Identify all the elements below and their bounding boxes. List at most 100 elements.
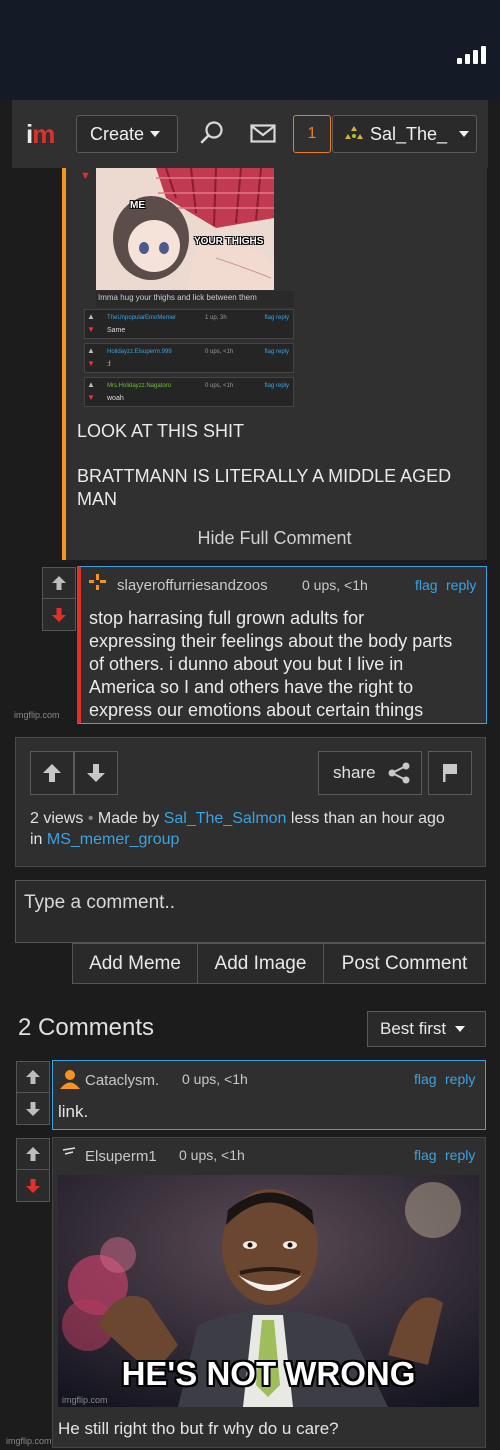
arrow-up-icon [52, 576, 66, 590]
mini-comment-meta: 0 ups, <1h [205, 349, 234, 355]
mini-comment-user[interactable]: TheUnpopularEmoMemer [107, 315, 176, 321]
user-avatar-icon [89, 574, 106, 590]
mini-comment-text: :l [107, 361, 111, 368]
create-label: Create [90, 123, 145, 144]
reply-link[interactable]: reply [445, 1147, 475, 1163]
meme-caption-text: HE'S NOT WRONG [121, 1355, 416, 1392]
embedded-anime-image[interactable]: ME YOUR THIGHS [96, 168, 274, 290]
anime-girl-image [96, 168, 274, 290]
comment-username[interactable]: Cataclysm. [85, 1072, 159, 1089]
downvote-icon[interactable]: ▼ [87, 393, 95, 402]
mini-comment-user[interactable]: Mrs.Holidayzz.Nagatoro [107, 383, 171, 389]
comment-username[interactable]: slayeroffurriesandzoos [117, 577, 268, 594]
mini-comment-links[interactable]: flag reply [265, 383, 289, 389]
comment-text-line: MAN [77, 489, 117, 509]
hide-full-comment-link[interactable]: Hide Full Comment [62, 528, 487, 549]
mini-comment-user[interactable]: Holidayzz.Elsuperm.999 [107, 349, 172, 355]
share-button[interactable]: share [318, 751, 422, 795]
comment-vote-column [16, 1138, 50, 1202]
comment-text-line: LOOK AT THIS SHIT [77, 421, 245, 441]
comment-username[interactable]: Elsuperm1 [85, 1148, 157, 1165]
meme-group-line: in MS_memer_group [30, 831, 179, 849]
top-nav: im Create 1 Sal_The_ [12, 100, 488, 168]
arrow-down-icon [26, 1101, 40, 1116]
meme-label-me: ME [130, 200, 145, 211]
reply-vote-column [42, 567, 76, 631]
downvote-button[interactable] [16, 1093, 50, 1125]
separator-dot: • [87, 810, 94, 827]
add-image-button[interactable]: Add Image [198, 943, 324, 984]
downvote-button[interactable] [16, 1170, 50, 1202]
upvote-button[interactable] [16, 1061, 50, 1093]
upvote-icon[interactable]: ▲ [87, 346, 95, 355]
downvote-button[interactable] [74, 751, 118, 795]
group-link[interactable]: MS_memer_group [47, 831, 180, 848]
reply-comment: slayeroffurriesandzoos 0 ups, <1h flag r… [77, 566, 487, 724]
signal-strength-icon [457, 46, 486, 64]
view-count: 2 views [30, 810, 84, 827]
add-meme-button[interactable]: Add Meme [72, 943, 198, 984]
create-button[interactable]: Create [76, 115, 178, 153]
flag-link[interactable]: flag [415, 577, 438, 593]
username-label: Sal_The_ [370, 123, 448, 144]
comment-text-line: of others. i dunno about you but I live … [89, 654, 404, 674]
flag-link[interactable]: flag [414, 1147, 437, 1163]
user-avatar-icon [345, 126, 363, 139]
mini-comment: ▲ ▼ Mrs.Holidayzz.Nagatoro 0 ups, <1h fla… [84, 377, 294, 407]
comment-meta: 0 ups, <1h [302, 577, 368, 593]
search-icon[interactable] [199, 120, 225, 146]
mini-comment-text: woah [107, 395, 124, 402]
meme-age: less than an hour ago [290, 810, 445, 827]
upvote-icon[interactable]: ▲ [87, 312, 95, 321]
user-menu-button[interactable]: Sal_The_ [332, 115, 477, 153]
downvote-icon[interactable]: ▼ [87, 325, 95, 334]
comment-actions: Add Meme Add Image Post Comment [72, 943, 486, 984]
meme-label-your-thighs: YOUR THIGHS [194, 236, 264, 247]
chevron-down-icon [455, 1026, 466, 1032]
mail-icon[interactable] [250, 124, 276, 144]
comment-meme-image[interactable]: HE'S NOT WRONG imgflip.com [58, 1175, 479, 1407]
arrow-down-icon [87, 764, 105, 782]
mini-comment-links[interactable]: flag reply [265, 315, 289, 321]
mini-comment: ▲ ▼ Holidayzz.Elsuperm.999 0 ups, <1h fla… [84, 343, 294, 373]
upvote-button[interactable] [30, 751, 74, 795]
flag-link[interactable]: flag [414, 1071, 437, 1087]
comment-meta: 0 ups, <1h [182, 1071, 248, 1087]
reply-link[interactable]: reply [446, 577, 476, 593]
comment-input-placeholder: Type a comment.. [24, 892, 176, 913]
parent-downvote-icon[interactable]: ▼ [80, 170, 91, 182]
upvote-button[interactable] [16, 1138, 50, 1170]
comment-text-line: America so I and others have the right t… [89, 677, 414, 697]
downvote-icon[interactable]: ▼ [87, 359, 95, 368]
upvote-button[interactable] [42, 567, 76, 599]
downvote-button[interactable] [42, 599, 76, 631]
comment-text-line: stop harrasing full grown adults for [89, 608, 365, 628]
reply-link[interactable]: reply [445, 1071, 475, 1087]
imgflip-watermark: imgflip.com [6, 1436, 52, 1446]
meme-info-panel: share 2 views • Made by Sal_The_Salmon l… [15, 737, 486, 867]
embedded-image-caption: Imma hug your thighs and lick between th… [96, 291, 294, 307]
arrow-down-icon [52, 607, 66, 622]
arrow-down-icon [26, 1178, 40, 1193]
share-icon [388, 762, 410, 784]
imgflip-logo[interactable]: im [26, 119, 55, 150]
made-by-label: Made by [97, 810, 160, 827]
arrow-up-icon [26, 1070, 40, 1084]
comment-input[interactable]: Type a comment.. [15, 880, 486, 943]
upvote-icon[interactable]: ▲ [87, 380, 95, 389]
chevron-down-icon [150, 131, 161, 137]
author-link[interactable]: Sal_The_Salmon [164, 810, 287, 827]
notification-count-button[interactable]: 1 [293, 115, 331, 153]
mini-comment-text: Same [107, 327, 126, 334]
post-comment-button[interactable]: Post Comment [324, 943, 486, 984]
arrow-up-icon [43, 764, 61, 782]
status-bar [0, 0, 500, 100]
mini-comment-links[interactable]: flag reply [265, 349, 289, 355]
sort-dropdown[interactable]: Best first [367, 1011, 486, 1047]
meme-info-line: 2 views • Made by Sal_The_Salmon less th… [30, 810, 445, 828]
imgflip-watermark: imgflip.com [14, 710, 60, 720]
comment-text: He still right tho but fr why do u care? [58, 1419, 339, 1438]
flag-button[interactable] [428, 751, 472, 795]
chevron-down-icon [459, 131, 470, 137]
share-label: share [333, 763, 376, 782]
